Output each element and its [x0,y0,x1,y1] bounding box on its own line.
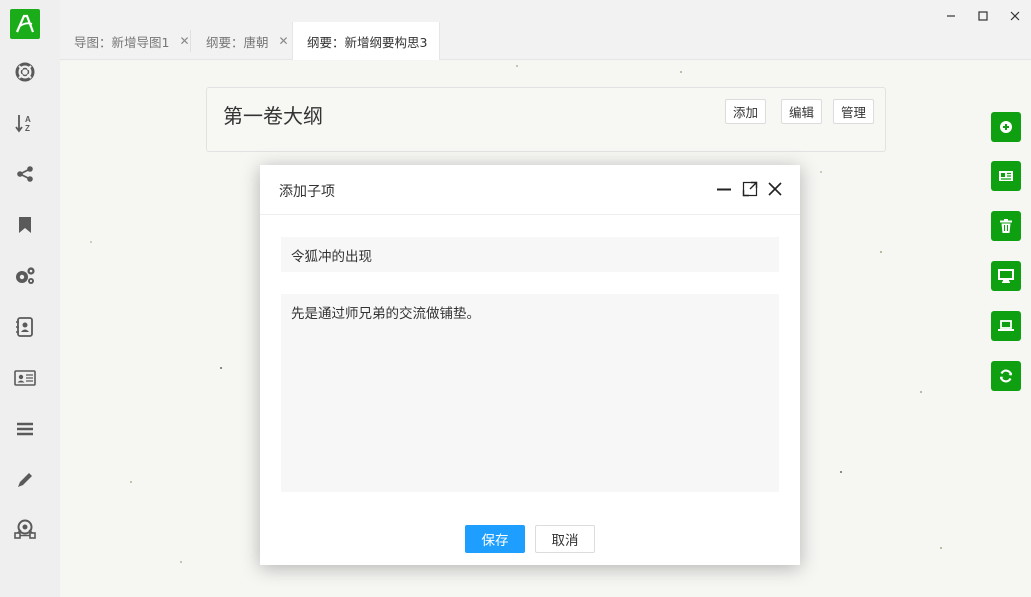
gears-icon[interactable] [12,263,38,289]
tab-outline-tang[interactable]: 纲要：唐朝 ✕ [192,22,301,60]
bookmark-icon[interactable] [12,212,38,238]
desktop-icon [998,269,1014,283]
desktop-button[interactable] [991,261,1021,291]
contact-book-icon[interactable] [12,314,38,340]
paper-speck [880,251,882,253]
pencil-icon[interactable] [12,467,38,493]
save-button[interactable]: 保存 [465,525,525,553]
item-description-textarea[interactable]: 先是通过师兄弟的交流做铺垫。 [281,294,779,492]
close-window-button[interactable] [1007,8,1023,24]
maximize-icon [978,11,988,21]
tab-label: 纲要：唐朝 [206,34,269,50]
minimize-button[interactable] [943,8,959,24]
tab-mindmap[interactable]: 导图：新增导图1 ✕ [60,22,202,60]
tab-label: 纲要：新增纲要构思3 [307,34,428,50]
minimize-icon [947,15,955,17]
minimize-icon [717,188,731,191]
dialog-close-button[interactable] [766,180,784,198]
network-icon[interactable] [12,516,38,542]
refresh-icon [999,369,1013,383]
id-card-icon[interactable] [12,365,38,391]
close-icon [1010,11,1020,21]
close-icon[interactable]: ✕ [179,34,189,48]
paper-speck [130,481,132,483]
share-icon[interactable] [12,161,38,187]
paper-speck [840,471,842,473]
item-name-input[interactable] [281,237,779,272]
paper-speck [180,561,182,563]
outline-title: 第一卷大纲 [223,104,323,128]
expand-icon [742,181,758,197]
lifebuoy-icon[interactable] [12,59,38,85]
paper-speck [920,391,922,393]
cancel-button[interactable]: 取消 [535,525,595,553]
tab-bar: 导图：新增导图1 ✕ 纲要：唐朝 ✕ 纲要：新增纲要构思3 [60,0,1031,60]
close-icon[interactable]: ✕ [279,34,289,48]
logo-icon [15,14,35,33]
laptop-button[interactable] [991,311,1021,341]
paper-speck [820,171,822,173]
paper-speck [940,547,942,549]
maximize-button[interactable] [975,8,991,24]
menu-icon[interactable] [12,416,38,442]
tab-divider [190,30,191,52]
dialog-title: 添加子项 [279,184,335,200]
newspaper-button[interactable] [991,161,1021,191]
add-circle-button[interactable] [991,112,1021,142]
paper-speck [680,71,682,73]
svg-text:Z: Z [25,124,30,133]
paper-speck [90,241,92,243]
laptop-icon [998,320,1014,331]
dialog-header: 添加子项 [260,165,800,215]
edit-button[interactable]: 编辑 [781,99,823,124]
delete-button[interactable] [991,211,1021,241]
newspaper-icon [999,171,1013,181]
svg-text:A: A [25,115,31,124]
app-logo [10,9,40,39]
refresh-button[interactable] [991,361,1021,391]
sidebar: AZ [0,0,60,597]
plus-circle-icon [1000,121,1012,133]
add-button[interactable]: 添加 [725,99,767,124]
paper-speck [220,367,222,369]
dialog-maximize-button[interactable] [741,180,759,198]
sort-az-icon[interactable]: AZ [12,110,38,136]
add-child-dialog: 添加子项 先是通过师兄弟的交流做铺垫。 保存 取消 [260,165,800,565]
manage-button[interactable]: 管理 [833,99,875,124]
outline-card: 第一卷大纲 添加 编辑 管理 [206,87,886,152]
paper-speck [516,65,518,67]
tab-outline-new[interactable]: 纲要：新增纲要构思3 [292,22,441,60]
tab-label: 导图：新增导图1 [74,34,170,50]
dialog-minimize-button[interactable] [715,180,733,198]
close-icon [768,182,782,196]
trash-icon [1000,219,1012,233]
